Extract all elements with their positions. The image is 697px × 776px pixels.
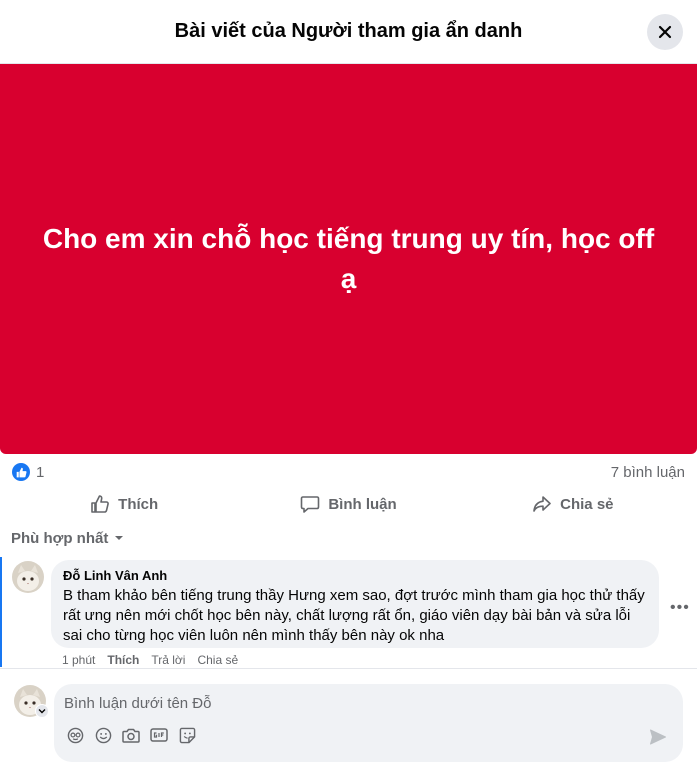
more-horizontal-icon: ••• [670, 599, 690, 616]
like-button[interactable]: Thích [12, 484, 236, 524]
photo-button[interactable] [122, 726, 140, 744]
share-icon [533, 496, 551, 512]
reactions-summary[interactable]: 1 [12, 463, 44, 481]
gif-icon [150, 728, 168, 742]
like-label: Thích [118, 495, 159, 513]
comment-meta: 1 phút Thích Trả lời Chia sẻ [62, 653, 238, 667]
emoji-icon [95, 727, 111, 743]
comment-icon [301, 496, 320, 513]
comment-item: Đỗ Linh Vân Anh B tham khảo bên tiếng tr… [0, 557, 697, 667]
sticker-icon [179, 727, 195, 743]
gif-button[interactable] [150, 726, 168, 744]
close-icon [658, 25, 672, 39]
caret-down-icon [115, 536, 124, 540]
send-icon [650, 729, 666, 745]
comment-sort-dropdown[interactable]: Phù hợp nhất [11, 528, 124, 548]
comment-text: B tham khảo bên tiếng trung thầy Hưng xe… [63, 587, 645, 644]
commenter-avatar[interactable] [12, 561, 44, 593]
post-actions: Thích Bình luận Chia sẻ [12, 484, 685, 524]
send-button[interactable] [649, 728, 667, 746]
thumbs-up-icon [91, 495, 110, 513]
chevron-down-icon [38, 709, 46, 714]
dialog-title: Bài viết của Người tham gia ẩn danh [174, 20, 523, 42]
comment-author[interactable]: Đỗ Linh Vân Anh [63, 568, 647, 584]
comment-label: Bình luận [328, 495, 397, 513]
dialog-header: Bài viết của Người tham gia ẩn danh [0, 0, 697, 64]
comment-more-options-button[interactable]: ••• [670, 599, 690, 617]
comment-like-link[interactable]: Thích [107, 653, 139, 667]
comment-composer [54, 684, 683, 762]
comment-share-link[interactable]: Chia sẻ [197, 653, 238, 667]
close-button[interactable] [647, 14, 683, 50]
composer-tools [66, 726, 196, 744]
post-content: Cho em xin chỗ học tiếng trung uy tín, h… [0, 64, 697, 454]
avatar-sticker-icon [67, 727, 83, 743]
comment-input[interactable] [64, 692, 624, 714]
comment-time[interactable]: 1 phút [62, 653, 95, 667]
like-count: 1 [36, 463, 45, 481]
share-label: Chia sẻ [560, 495, 614, 513]
emoji-button[interactable] [94, 726, 112, 744]
sort-label: Phù hợp nhất [11, 529, 109, 547]
comment-bubble: Đỗ Linh Vân Anh B tham khảo bên tiếng tr… [51, 560, 659, 648]
post-text: Cho em xin chỗ học tiếng trung uy tín, h… [42, 223, 655, 294]
share-button[interactable]: Chia sẻ [461, 484, 685, 524]
comment-reply-link[interactable]: Trả lời [151, 653, 185, 667]
post-stats: 1 7 bình luận [12, 460, 685, 484]
identity-switch-badge [35, 704, 49, 718]
sticker-button[interactable] [178, 726, 196, 744]
camera-icon [122, 728, 140, 743]
comment-button[interactable]: Bình luận [236, 484, 460, 524]
avatar-sticker-button[interactable] [66, 726, 84, 744]
divider [0, 668, 697, 669]
like-reaction-icon [12, 463, 30, 481]
comment-count[interactable]: 7 bình luận [611, 464, 685, 481]
